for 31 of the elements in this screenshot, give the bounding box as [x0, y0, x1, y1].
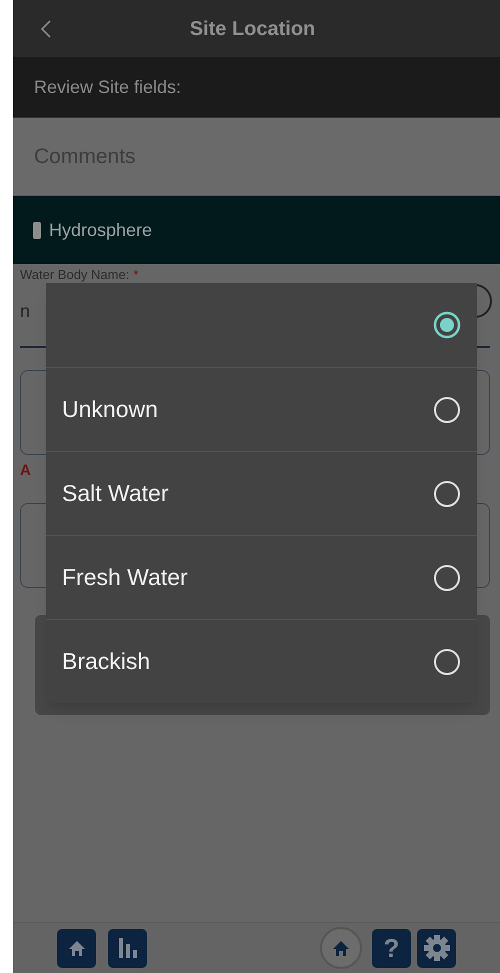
bar-chart-icon	[118, 937, 138, 959]
option-row[interactable]: Unknown	[46, 367, 477, 451]
screen-title: Site Location	[190, 16, 316, 42]
option-label: Brackish	[62, 647, 152, 676]
back-icon[interactable]	[41, 20, 51, 38]
section-title: Hydrosphere	[49, 218, 152, 242]
section-marker-icon	[33, 222, 41, 238]
home-circle-button[interactable]	[320, 927, 362, 969]
radio-button[interactable]	[433, 648, 461, 676]
radio-button[interactable]	[433, 564, 461, 592]
option-row[interactable]: Brackish	[46, 619, 477, 703]
field-value: n	[20, 300, 30, 323]
required-mark: *	[133, 268, 138, 282]
help-button[interactable]: ?	[372, 928, 411, 968]
option-label: Unknown	[62, 395, 159, 424]
settings-icon	[422, 934, 450, 962]
option-row[interactable]: Salt Water	[46, 451, 477, 535]
settings-button[interactable]	[417, 928, 456, 968]
field-label: Water Body Name:	[20, 268, 130, 282]
error-text: A	[20, 461, 31, 481]
option-row[interactable]: Fresh Water	[46, 535, 477, 619]
chart-button[interactable]	[108, 928, 147, 968]
home-button[interactable]	[57, 928, 96, 968]
home-icon	[68, 940, 86, 956]
home-icon	[332, 940, 350, 956]
option-label: Salt Water	[62, 479, 170, 508]
option-label: Fresh Water	[62, 563, 189, 592]
radio-button[interactable]	[433, 480, 461, 508]
radio-button[interactable]	[433, 396, 461, 424]
radio-button[interactable]	[433, 311, 461, 339]
review-label: Review Site fields:	[34, 76, 182, 98]
